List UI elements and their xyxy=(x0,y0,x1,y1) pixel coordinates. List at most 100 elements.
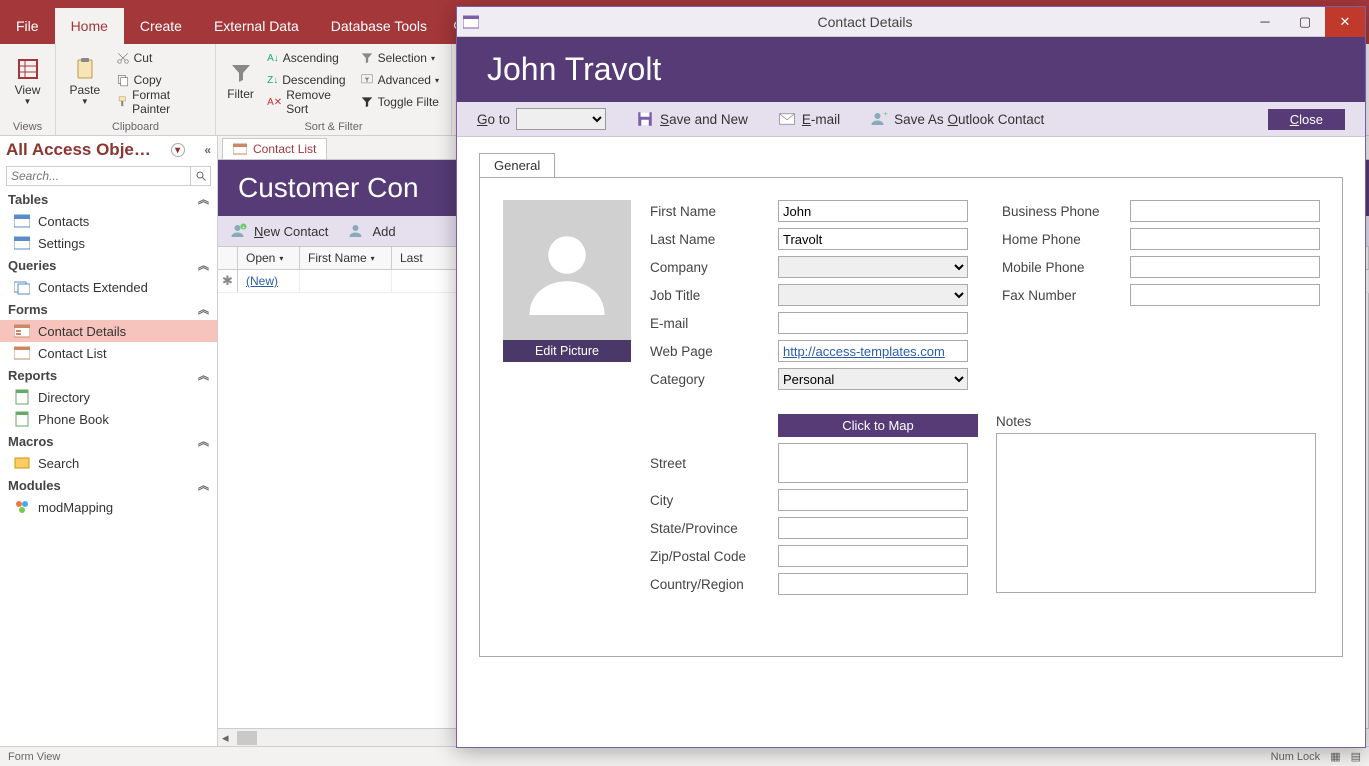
nav-search-input[interactable] xyxy=(7,167,190,185)
view-switcher-icon[interactable]: ▤ xyxy=(1351,750,1361,763)
dialog-titlebar[interactable]: Contact Details ─ ▢ ✕ xyxy=(457,7,1365,37)
cut-button[interactable]: Cut xyxy=(112,48,207,68)
zip-field[interactable] xyxy=(778,545,968,567)
street-field[interactable] xyxy=(778,443,968,483)
ascending-button[interactable]: A↓Ascending xyxy=(263,48,349,68)
tab-home[interactable]: Home xyxy=(55,8,124,44)
job-title-field[interactable] xyxy=(778,284,968,306)
shutter-bar-icon[interactable]: « xyxy=(204,143,211,157)
nav-group-tables[interactable]: Tables︽ xyxy=(0,188,217,210)
nav-group-forms[interactable]: Forms︽ xyxy=(0,298,217,320)
nav-item-contacts-extended[interactable]: Contacts Extended xyxy=(0,276,217,298)
nav-group-modules[interactable]: Modules︽ xyxy=(0,474,217,496)
nav-group-macros[interactable]: Macros︽ xyxy=(0,430,217,452)
state-field[interactable] xyxy=(778,517,968,539)
goto-select[interactable] xyxy=(516,108,606,130)
save-outlook-button[interactable]: +Save As Outlook Contact xyxy=(870,110,1044,128)
contact-picture xyxy=(503,200,631,340)
paste-button[interactable]: Paste ▼ xyxy=(64,48,106,114)
advanced-button[interactable]: Advanced▾ xyxy=(356,70,443,90)
nav-search xyxy=(6,166,211,186)
remove-sort-button[interactable]: A✕Remove Sort xyxy=(263,92,349,112)
nav-item-directory[interactable]: Directory xyxy=(0,386,217,408)
nav-item-contact-list[interactable]: Contact List xyxy=(0,342,217,364)
edit-picture-button[interactable]: Edit Picture xyxy=(503,340,631,362)
nav-item-label: Contact List xyxy=(38,346,107,361)
minimize-button[interactable]: ─ xyxy=(1245,7,1285,37)
paste-label: Paste xyxy=(69,83,100,97)
click-to-map-button[interactable]: Click to Map xyxy=(778,414,978,437)
format-painter-button[interactable]: Format Painter xyxy=(112,92,207,112)
notes-field[interactable] xyxy=(996,433,1316,593)
doc-tab-contact-list[interactable]: Contact List xyxy=(222,138,327,159)
first-name-field[interactable] xyxy=(778,200,968,222)
new-row-selector[interactable]: ✱ xyxy=(218,270,238,292)
nav-item-contact-details[interactable]: Contact Details xyxy=(0,320,217,342)
country-field[interactable] xyxy=(778,573,968,595)
nav-item-contacts[interactable]: Contacts xyxy=(0,210,217,232)
nav-item-search-macro[interactable]: Search xyxy=(0,452,217,474)
module-icon xyxy=(14,499,30,515)
sort-asc-icon: A↓ xyxy=(267,53,279,64)
web-page-link[interactable]: http://access-templates.com xyxy=(783,344,945,359)
row-selector-header[interactable] xyxy=(218,247,238,269)
toggle-filter-button[interactable]: Toggle Filte xyxy=(356,92,443,112)
maximize-button[interactable]: ▢ xyxy=(1285,7,1325,37)
nav-title-bar[interactable]: All Access Obje… ▾ « xyxy=(0,136,217,164)
tab-external-data[interactable]: External Data xyxy=(198,8,315,44)
category-field[interactable]: Personal xyxy=(778,368,968,390)
nav-group-queries[interactable]: Queries︽ xyxy=(0,254,217,276)
nav-item-modmapping[interactable]: modMapping xyxy=(0,496,217,518)
nav-title-text: All Access Obje… xyxy=(6,140,151,160)
email-field[interactable] xyxy=(778,312,968,334)
city-field[interactable] xyxy=(778,489,968,511)
nav-search-go[interactable] xyxy=(190,167,210,185)
nav-dropdown-icon[interactable]: ▾ xyxy=(171,143,185,157)
nav-group-reports[interactable]: Reports︽ xyxy=(0,364,217,386)
new-contact-button[interactable]: +New Contact xyxy=(230,222,328,240)
selection-button[interactable]: Selection▾ xyxy=(356,48,443,68)
nav-item-label: Contacts Extended xyxy=(38,280,148,295)
scissors-icon xyxy=(116,51,130,65)
tab-file[interactable]: File xyxy=(0,8,55,44)
col-open[interactable]: Open▾ xyxy=(238,247,300,269)
filter-button[interactable]: Filter xyxy=(224,48,257,114)
mobile-phone-field[interactable] xyxy=(1130,256,1320,278)
clipboard-icon xyxy=(73,57,97,81)
nav-item-label: Contact Details xyxy=(38,324,126,339)
descending-button[interactable]: Z↓Descending xyxy=(263,70,349,90)
remove-sort-icon: A✕ xyxy=(267,97,282,108)
label-last-name: Last Name xyxy=(650,232,770,247)
painter-label: Format Painter xyxy=(132,88,203,116)
scroll-thumb[interactable] xyxy=(237,731,257,745)
close-window-button[interactable]: ✕ xyxy=(1325,7,1365,37)
fax-field[interactable] xyxy=(1130,284,1320,306)
nav-item-phonebook[interactable]: Phone Book xyxy=(0,408,217,430)
selection-label: Selection xyxy=(378,51,427,65)
business-phone-field[interactable] xyxy=(1130,200,1320,222)
email-button[interactable]: E-mail xyxy=(778,110,840,128)
save-and-new-button[interactable]: Save and New xyxy=(636,110,748,128)
last-name-field[interactable] xyxy=(778,228,968,250)
tab-database-tools[interactable]: Database Tools xyxy=(315,8,443,44)
cell-first[interactable] xyxy=(300,270,392,292)
company-field[interactable] xyxy=(778,256,968,278)
close-button[interactable]: Close xyxy=(1268,109,1345,130)
copy-button[interactable]: Copy xyxy=(112,70,207,90)
group-sort-filter: Filter A↓Ascending Z↓Descending A✕Remove… xyxy=(216,44,452,135)
save-new-label: Save and New xyxy=(660,112,748,127)
view-switcher-icon[interactable]: ▦ xyxy=(1330,750,1340,763)
sort-desc-icon: Z↓ xyxy=(267,75,278,86)
tab-general[interactable]: General xyxy=(479,153,555,177)
col-first-name[interactable]: First Name▾ xyxy=(300,247,392,269)
form-icon xyxy=(14,323,30,339)
new-link[interactable]: (New) xyxy=(246,274,278,288)
query-icon xyxy=(14,279,30,295)
tab-create[interactable]: Create xyxy=(124,8,198,44)
col-label: Open xyxy=(246,251,275,265)
group-label-sort: Sort & Filter xyxy=(224,119,443,133)
home-phone-field[interactable] xyxy=(1130,228,1320,250)
nav-item-settings[interactable]: Settings xyxy=(0,232,217,254)
add-button[interactable]: Add xyxy=(348,222,395,240)
view-button[interactable]: View ▼ xyxy=(8,48,47,114)
